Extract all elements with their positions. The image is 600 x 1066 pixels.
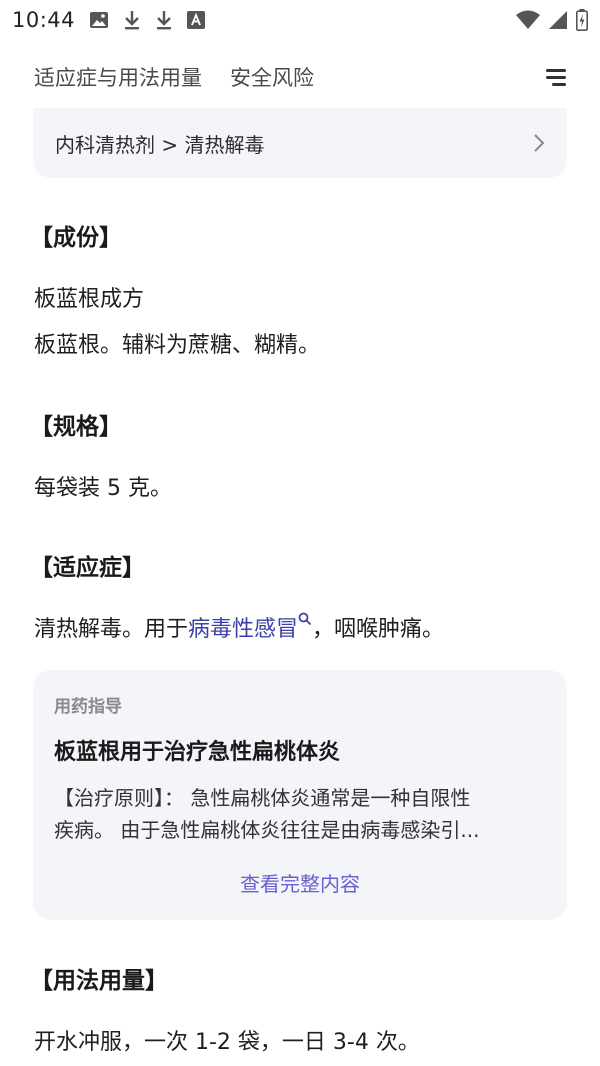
status-time: 10:44 — [12, 8, 76, 32]
tab-safety-risk[interactable]: 安全风险 — [230, 62, 314, 92]
specification-heading: 【规格】 — [30, 414, 122, 440]
download-icon — [155, 10, 173, 30]
guide-description-line-2: 疾病。 由于急性扁桃体炎往往是由病毒感染引... — [54, 818, 480, 842]
download-icon — [123, 10, 141, 30]
image-icon — [89, 11, 109, 29]
ingredients-heading: 【成份】 — [30, 225, 122, 251]
notification-icons — [89, 10, 206, 30]
wifi-icon — [516, 10, 540, 30]
menu-lines-icon[interactable] — [542, 65, 566, 89]
specification-line-1: 每袋装 5 克。 — [34, 476, 172, 501]
top-nav: 适应症与用法用量 安全风险 — [0, 52, 600, 102]
ingredients-line-2: 板蓝根。辅料为蔗糖、糊精。 — [34, 333, 321, 358]
guide-label: 用药指导 — [54, 697, 122, 717]
indications-text: 清热解毒。用于病毒性感冒 ，咽喉肿痛。 — [34, 611, 444, 643]
font-app-icon — [187, 11, 206, 29]
dosage-heading: 【用法用量】 — [30, 968, 168, 994]
search-icon[interactable] — [298, 607, 312, 632]
indications-text-after: ，咽喉肿痛。 — [312, 617, 445, 642]
ingredients-line-1: 板蓝根成方 — [34, 287, 145, 312]
guide-description: 【治疗原则】： 急性扁桃体炎通常是一种自限性 疾病。 由于急性扁桃体炎往往是由病… — [54, 782, 549, 846]
category-text: 内科清热剂 > 清热解毒 — [55, 132, 265, 157]
view-full-content-link[interactable]: 查看完整内容 — [33, 868, 567, 897]
indications-heading: 【适应症】 — [30, 555, 145, 581]
indications-text-before: 清热解毒。用于 — [34, 617, 189, 642]
dosage-line-1: 开水冲服，一次 1-2 袋，一日 3-4 次。 — [34, 1030, 420, 1055]
status-bar: 10:44 — [0, 0, 600, 40]
medication-guide-card[interactable]: 用药指导 板蓝根用于治疗急性扁桃体炎 【治疗原则】： 急性扁桃体炎通常是一种自限… — [33, 670, 567, 920]
guide-description-line-1: 【治疗原则】： 急性扁桃体炎通常是一种自限性 — [54, 786, 471, 810]
guide-title: 板蓝根用于治疗急性扁桃体炎 — [54, 740, 341, 765]
viral-cold-link[interactable]: 病毒性感冒 — [188, 617, 298, 642]
battery-icon — [576, 9, 588, 31]
system-icons — [516, 9, 588, 31]
tab-indications-dosage[interactable]: 适应症与用法用量 — [34, 62, 202, 92]
cell-signal-icon — [548, 10, 568, 30]
category-breadcrumb-card[interactable]: 内科清热剂 > 清热解毒 — [33, 108, 567, 178]
chevron-right-icon — [533, 133, 545, 153]
